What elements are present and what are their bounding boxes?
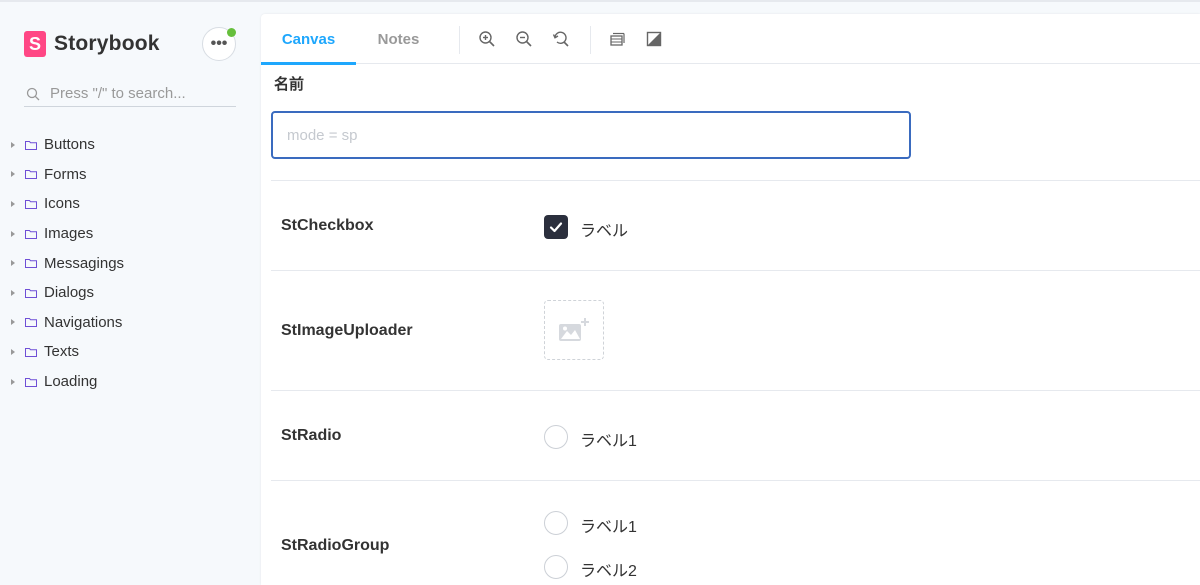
toolbar-divider bbox=[459, 26, 460, 54]
caret-right-icon bbox=[11, 230, 15, 237]
component-row-radio: StRadio ラベル1 bbox=[271, 390, 1200, 480]
sidebar-item-label: Forms bbox=[44, 165, 87, 183]
grid-button[interactable] bbox=[606, 28, 628, 50]
component-row-checkbox: StCheckbox ラベル bbox=[271, 180, 1200, 270]
sidebar-item-messagings[interactable]: Messagings bbox=[8, 248, 124, 278]
sidebar-item-label: Images bbox=[44, 225, 94, 243]
folder-icon bbox=[25, 318, 37, 328]
folder-icon bbox=[25, 347, 37, 357]
caret-right-icon bbox=[11, 171, 15, 178]
caret-right-icon bbox=[11, 319, 15, 326]
zoom-in-button[interactable] bbox=[476, 28, 498, 50]
sidebar: S Storybook ••• Buttons Forms Icons bbox=[0, 0, 260, 585]
add-image-icon bbox=[559, 318, 589, 341]
sidebar-item-label: Messagings bbox=[44, 254, 125, 272]
zoom-out-icon bbox=[516, 31, 532, 47]
sidebar-item-label: Loading bbox=[44, 373, 98, 391]
folder-icon bbox=[25, 170, 37, 180]
search-bar bbox=[24, 81, 236, 107]
component-name: StImageUploader bbox=[281, 322, 413, 339]
sidebar-item-label: Buttons bbox=[44, 136, 95, 154]
folder-icon bbox=[25, 140, 37, 150]
zoom-in-icon bbox=[479, 31, 495, 47]
tab-notes[interactable]: Notes bbox=[356, 14, 441, 64]
zoom-out-button[interactable] bbox=[513, 28, 535, 50]
checkbox[interactable] bbox=[544, 215, 568, 239]
sidebar-item-icons[interactable]: Icons bbox=[8, 189, 124, 219]
checkbox-label[interactable]: ラベル bbox=[580, 217, 628, 241]
folder-icon bbox=[25, 377, 37, 387]
image-upload-button[interactable] bbox=[544, 300, 604, 360]
check-icon bbox=[549, 222, 563, 233]
grid-icon bbox=[610, 32, 625, 46]
sidebar-item-label: Texts bbox=[44, 343, 80, 361]
sidebar-item-forms[interactable]: Forms bbox=[8, 160, 124, 190]
caret-right-icon bbox=[11, 348, 15, 355]
component-row-image-uploader: StImageUploader bbox=[271, 270, 1200, 390]
sidebar-item-label: Dialogs bbox=[44, 284, 95, 302]
component-name: StRadio bbox=[281, 427, 342, 444]
component-name: StCheckbox bbox=[281, 217, 374, 234]
toolbar-divider bbox=[590, 26, 591, 54]
caret-right-icon bbox=[11, 260, 15, 267]
radio-label[interactable]: ラベル1 bbox=[580, 513, 637, 537]
sidebar-item-images[interactable]: Images bbox=[8, 219, 124, 249]
sidebar-item-navigations[interactable]: Navigations bbox=[8, 308, 124, 338]
sidebar-item-loading[interactable]: Loading bbox=[8, 367, 124, 397]
status-dot bbox=[227, 28, 236, 37]
component-row-radio-group: StRadioGroup ラベル1 ラベル2 bbox=[271, 480, 1200, 585]
component-name: StRadioGroup bbox=[281, 537, 390, 554]
brand-name: Storybook bbox=[54, 32, 160, 55]
menu-button[interactable]: ••• bbox=[202, 27, 236, 61]
radio-label[interactable]: ラベル1 bbox=[580, 427, 637, 451]
caret-right-icon bbox=[11, 289, 15, 296]
search-input[interactable] bbox=[50, 85, 230, 102]
background-icon bbox=[646, 31, 662, 47]
search-icon bbox=[26, 87, 40, 100]
caret-right-icon bbox=[11, 378, 15, 385]
name-label: 名前 bbox=[274, 76, 305, 93]
sidebar-item-buttons[interactable]: Buttons bbox=[8, 130, 124, 160]
zoom-reset-button[interactable] bbox=[550, 28, 572, 50]
story-tree: Buttons Forms Icons Images Messagings Di… bbox=[8, 130, 124, 396]
name-input[interactable] bbox=[271, 111, 911, 159]
sidebar-item-label: Icons bbox=[44, 195, 80, 213]
folder-icon bbox=[25, 288, 37, 298]
folder-icon bbox=[25, 259, 37, 269]
folder-icon bbox=[25, 229, 37, 239]
zoom-reset-icon bbox=[552, 31, 569, 47]
folder-icon bbox=[25, 199, 37, 209]
storybook-logo-icon: S bbox=[24, 31, 46, 57]
brand[interactable]: S Storybook bbox=[24, 31, 160, 57]
sidebar-item-dialogs[interactable]: Dialogs bbox=[8, 278, 124, 308]
caret-right-icon bbox=[11, 200, 15, 207]
background-button[interactable] bbox=[643, 28, 665, 50]
caret-right-icon bbox=[11, 141, 15, 148]
radio-label[interactable]: ラベル2 bbox=[580, 557, 637, 581]
sidebar-item-label: Navigations bbox=[44, 313, 123, 331]
toolbar: Canvas Notes bbox=[261, 14, 1200, 65]
more-icon: ••• bbox=[210, 35, 228, 52]
sidebar-item-texts[interactable]: Texts bbox=[8, 337, 124, 367]
radio-button[interactable] bbox=[544, 511, 568, 535]
radio-button[interactable] bbox=[544, 425, 568, 449]
radio-button[interactable] bbox=[544, 555, 568, 579]
preview-panel: Canvas Notes 名前 mode = sp StCheckbox ラベル… bbox=[261, 14, 1200, 585]
tab-canvas[interactable]: Canvas bbox=[261, 14, 356, 65]
